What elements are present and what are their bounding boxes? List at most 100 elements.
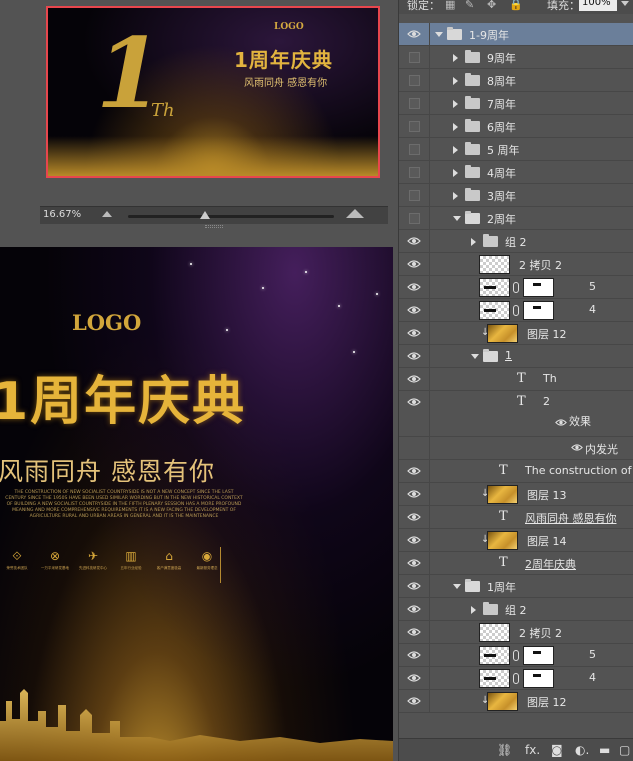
lock-all-icon[interactable]: 🔒 bbox=[509, 0, 523, 11]
panel-resize-grip[interactable] bbox=[205, 225, 223, 228]
visibility-eye-icon[interactable] bbox=[407, 397, 421, 407]
layer-row[interactable]: 组 2 bbox=[399, 230, 633, 253]
layer-name[interactable]: 图层 12 bbox=[527, 326, 567, 342]
layer-row[interactable]: 5 bbox=[399, 644, 633, 667]
layer-name[interactable]: 5 周年 bbox=[487, 142, 520, 158]
layer-name[interactable]: The construction of new s bbox=[525, 464, 633, 477]
layer-row[interactable]: 1周年 bbox=[399, 575, 633, 598]
layer-name[interactable]: 图层 13 bbox=[527, 487, 567, 503]
layer-row[interactable]: ↓ 图层 14 bbox=[399, 529, 633, 552]
layer-row[interactable]: T The construction of new s bbox=[399, 460, 633, 483]
expand-arrow-icon[interactable] bbox=[453, 192, 458, 200]
visibility-eye-icon[interactable] bbox=[407, 512, 421, 522]
expand-arrow-icon[interactable] bbox=[453, 100, 458, 108]
layer-row[interactable]: 4周年 bbox=[399, 161, 633, 184]
layer-row[interactable]: 2周年 bbox=[399, 207, 633, 230]
layer-row[interactable]: ↓ 图层 12 bbox=[399, 690, 633, 713]
layer-name[interactable]: 9周年 bbox=[487, 50, 516, 66]
visibility-eye-icon[interactable] bbox=[407, 259, 421, 269]
zoom-out-icon[interactable] bbox=[102, 211, 112, 217]
layer-row[interactable]: 1 bbox=[399, 345, 633, 368]
visibility-eye-icon[interactable] bbox=[407, 374, 421, 384]
visibility-eye-icon[interactable] bbox=[407, 673, 421, 683]
layer-name[interactable]: 2 bbox=[543, 395, 550, 408]
visibility-eye-icon[interactable] bbox=[407, 696, 421, 706]
visibility-eye-icon[interactable] bbox=[407, 558, 421, 568]
fill-input[interactable]: 100% bbox=[579, 0, 617, 11]
visibility-toggle[interactable] bbox=[409, 98, 420, 109]
visibility-eye-icon[interactable] bbox=[407, 236, 421, 246]
mask-link-icon[interactable] bbox=[513, 650, 519, 661]
layer-name[interactable]: 4 bbox=[589, 303, 596, 316]
lock-position-icon[interactable]: ✥ bbox=[487, 0, 496, 11]
layer-mask-thumbnail[interactable] bbox=[523, 301, 554, 320]
effects-label[interactable]: 效果 bbox=[569, 413, 591, 429]
layer-row[interactable]: 5 周年 bbox=[399, 138, 633, 161]
visibility-toggle[interactable] bbox=[409, 75, 420, 86]
visibility-eye-icon[interactable] bbox=[407, 282, 421, 292]
layer-row[interactable]: T 2 效果 bbox=[399, 391, 633, 437]
layer-name[interactable]: 图层 14 bbox=[527, 533, 567, 549]
layer-mask-thumbnail[interactable] bbox=[523, 278, 554, 297]
effect-row[interactable]: 内发光 bbox=[399, 437, 633, 460]
zoom-in-icon[interactable] bbox=[346, 209, 364, 218]
layer-row[interactable]: 9周年 bbox=[399, 46, 633, 69]
layer-name[interactable]: 5 bbox=[589, 648, 596, 661]
layer-name[interactable]: 风雨同舟 感恩有你 bbox=[525, 510, 617, 526]
navigator-preview[interactable]: 1 Th LOGO 1周年庆典 风雨同舟 感恩有你 bbox=[46, 6, 380, 178]
visibility-eye-icon[interactable] bbox=[407, 627, 421, 637]
visibility-eye-icon[interactable] bbox=[407, 581, 421, 591]
layer-name[interactable]: 1-9周年 bbox=[469, 27, 509, 43]
expand-arrow-icon[interactable] bbox=[471, 238, 476, 246]
layer-row[interactable]: 4 bbox=[399, 667, 633, 690]
layer-row[interactable]: ↓ 图层 13 bbox=[399, 483, 633, 506]
lock-image-icon[interactable]: ✎ bbox=[465, 0, 474, 11]
fill-dropdown-icon[interactable] bbox=[621, 1, 629, 6]
visibility-toggle[interactable] bbox=[409, 213, 420, 224]
visibility-eye-icon[interactable] bbox=[407, 466, 421, 476]
mask-link-icon[interactable] bbox=[513, 282, 519, 293]
new-layer-icon[interactable]: ▢ bbox=[619, 743, 630, 757]
zoom-slider-thumb[interactable] bbox=[200, 211, 210, 219]
visibility-eye-icon[interactable] bbox=[407, 650, 421, 660]
layer-row[interactable]: 2 拷贝 2 bbox=[399, 253, 633, 276]
layer-name[interactable]: 2周年 bbox=[487, 211, 516, 227]
layer-row[interactable]: T 风雨同舟 感恩有你 bbox=[399, 506, 633, 529]
expand-arrow-icon[interactable] bbox=[453, 169, 458, 177]
visibility-toggle[interactable] bbox=[409, 167, 420, 178]
layer-row[interactable]: 组 2 bbox=[399, 598, 633, 621]
expand-arrow-icon[interactable] bbox=[453, 54, 458, 62]
layer-name[interactable]: 7周年 bbox=[487, 96, 516, 112]
layer-row[interactable]: ↓ 图层 12 bbox=[399, 322, 633, 345]
visibility-eye-icon[interactable] bbox=[407, 351, 421, 361]
mask-link-icon[interactable] bbox=[513, 673, 519, 684]
effect-name[interactable]: 内发光 bbox=[585, 441, 618, 457]
visibility-eye-icon[interactable] bbox=[407, 489, 421, 499]
collapse-arrow-icon[interactable] bbox=[453, 584, 461, 589]
effect-visibility-icon[interactable] bbox=[571, 442, 583, 451]
lock-transparent-icon[interactable]: ▦ bbox=[445, 0, 455, 11]
layer-name[interactable]: 组 2 bbox=[505, 234, 527, 250]
layer-name[interactable]: 2周年庆典 bbox=[525, 556, 576, 572]
layer-row[interactable]: 3周年 bbox=[399, 184, 633, 207]
layer-row[interactable]: 6周年 bbox=[399, 115, 633, 138]
zoom-slider[interactable] bbox=[128, 215, 334, 218]
collapse-arrow-icon[interactable] bbox=[435, 32, 443, 37]
collapse-arrow-icon[interactable] bbox=[471, 354, 479, 359]
visibility-toggle[interactable] bbox=[409, 52, 420, 63]
visibility-eye-icon[interactable] bbox=[407, 305, 421, 315]
layer-name[interactable]: 1 bbox=[505, 349, 512, 362]
fx-icon[interactable]: fx. bbox=[525, 743, 540, 757]
layer-mask-thumbnail[interactable] bbox=[523, 646, 554, 665]
visibility-eye-icon[interactable] bbox=[407, 29, 421, 39]
layer-row[interactable]: 4 bbox=[399, 299, 633, 322]
layer-name[interactable]: 2 拷贝 2 bbox=[519, 257, 562, 273]
layer-row[interactable]: T 2周年庆典 bbox=[399, 552, 633, 575]
layer-row[interactable]: 8周年 bbox=[399, 69, 633, 92]
layer-row[interactable]: 2 拷贝 2 bbox=[399, 621, 633, 644]
layer-mask-thumbnail[interactable] bbox=[523, 669, 554, 688]
document-canvas[interactable]: LOGO 1周年庆典 风雨同舟 感恩有你 THE CONSTRUCTION OF… bbox=[0, 247, 393, 761]
zoom-value[interactable]: 16.67% bbox=[43, 209, 81, 220]
adjustment-icon[interactable]: ◐. bbox=[575, 743, 589, 757]
layer-name[interactable]: 4周年 bbox=[487, 165, 516, 181]
